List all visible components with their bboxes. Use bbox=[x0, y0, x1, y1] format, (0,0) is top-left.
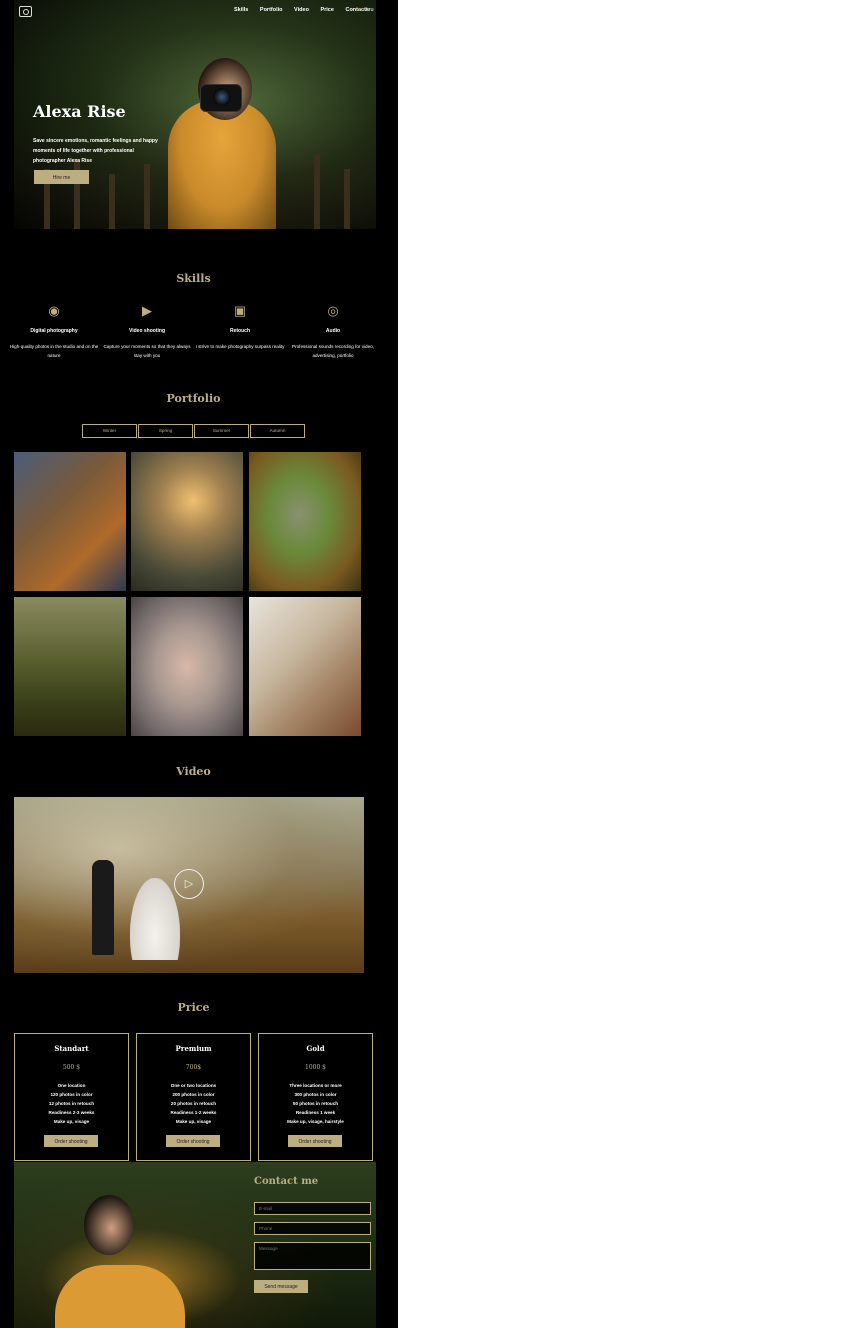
skill-digital-photography: ◉ Digital photography High-quality photo… bbox=[9, 303, 99, 360]
tab-winter[interactable]: Winter bbox=[82, 424, 137, 438]
plan-amount: 500 $ bbox=[62, 1064, 81, 1071]
hero-tree bbox=[314, 154, 320, 229]
skills-title: Skills bbox=[176, 272, 211, 285]
skill-retouch: ▣ Retouch I strive to make photography s… bbox=[195, 303, 285, 351]
plan-feature: Readiness 2-3 weeks bbox=[48, 1110, 95, 1115]
skill-audio: ◎ Audio Professional sounds recording fo… bbox=[288, 303, 378, 360]
portfolio-photo-forest[interactable] bbox=[14, 597, 126, 736]
portfolio-photo-child[interactable] bbox=[249, 452, 361, 591]
video-bride bbox=[130, 878, 180, 960]
plan-feature: Make up, visage bbox=[53, 1119, 90, 1124]
plan-feature: Make up, visage bbox=[175, 1119, 212, 1124]
nav-portfolio[interactable]: Portfolio bbox=[260, 7, 283, 13]
hero-description: Save sincere emotions, romantic feelings… bbox=[33, 138, 158, 164]
order-shooting-button[interactable]: Order shooting bbox=[288, 1135, 342, 1147]
plan-amount: 1000 $ bbox=[305, 1064, 326, 1071]
camera-icon: ◉ bbox=[48, 303, 60, 318]
plan-feature: Make up, visage, hairstyle bbox=[287, 1119, 344, 1124]
video-title: Video bbox=[176, 765, 211, 778]
portfolio-photo-couple[interactable] bbox=[14, 452, 126, 591]
price-card-standart: Standart 500 $ One location 120 photos i… bbox=[14, 1033, 129, 1161]
contact-title: Contact me bbox=[254, 1176, 319, 1187]
hire-me-button[interactable]: Hire me bbox=[34, 170, 89, 184]
play-icon[interactable]: ▷ bbox=[174, 869, 204, 899]
plan-feature: 300 photos in color bbox=[294, 1092, 337, 1097]
skill-text: Capture your moments so that they always… bbox=[103, 344, 191, 358]
nav-video[interactable]: Video bbox=[294, 7, 309, 13]
send-message-button[interactable]: Send message bbox=[254, 1280, 308, 1293]
video-groom bbox=[92, 860, 114, 955]
skill-title: Retouch bbox=[230, 328, 250, 334]
plan-feature: Readiness 1 week bbox=[295, 1110, 336, 1115]
hero-title: Alexa Rise bbox=[33, 102, 126, 121]
phone-field[interactable] bbox=[254, 1222, 371, 1235]
skill-title: Audio bbox=[325, 328, 341, 334]
plan-feature: Readiness 1-2 weeks bbox=[170, 1110, 217, 1115]
tab-summer[interactable]: Summer bbox=[194, 424, 249, 438]
skill-text: High-quality photos in the studio and on… bbox=[9, 344, 99, 358]
plan-feature: 12 photos in retouch bbox=[48, 1101, 95, 1106]
plan-feature: 50 photos in retouch bbox=[292, 1101, 339, 1106]
nav-price[interactable]: Price bbox=[320, 7, 333, 13]
lang-en[interactable]: en bbox=[358, 7, 364, 13]
portfolio-title: Portfolio bbox=[166, 392, 221, 405]
video-icon: ▶ bbox=[142, 303, 152, 318]
plan-feature: Three locations or more bbox=[289, 1083, 342, 1088]
plan-features: One or two locations 200 photos in color… bbox=[137, 1081, 250, 1126]
language-switch: en / ru bbox=[358, 7, 374, 13]
message-field[interactable] bbox=[254, 1242, 371, 1270]
hero-tree bbox=[109, 174, 115, 229]
price-card-gold: Gold 1000 $ Three locations or more 300 … bbox=[258, 1033, 373, 1161]
plan-features: Three locations or more 300 photos in co… bbox=[259, 1081, 372, 1126]
landing-page: Skills Portfolio Video Price Contacts en… bbox=[0, 0, 398, 1328]
order-shooting-button[interactable]: Order shooting bbox=[44, 1135, 98, 1147]
plan-name: Gold bbox=[306, 1044, 325, 1053]
portfolio-tabs: Winter Spring Summer Autumn bbox=[82, 424, 306, 438]
microphone-icon: ◎ bbox=[327, 303, 339, 318]
portfolio-photo-misty-tree[interactable] bbox=[131, 452, 243, 591]
plan-feature: One location bbox=[57, 1083, 86, 1088]
lang-separator: / bbox=[365, 7, 368, 13]
skill-text: I strive to make photography surpass rea… bbox=[195, 344, 285, 349]
skill-video-shooting: ▶ Video shooting Capture your moments so… bbox=[102, 303, 192, 360]
tab-spring[interactable]: Spring bbox=[138, 424, 193, 438]
plan-feature: 200 photos in color bbox=[172, 1092, 215, 1097]
plan-feature: 120 photos in color bbox=[50, 1092, 93, 1097]
hero-camera bbox=[200, 84, 242, 112]
nav-skills[interactable]: Skills bbox=[234, 7, 248, 13]
skill-title: Video shooting bbox=[128, 328, 166, 334]
tab-autumn[interactable]: Autumn bbox=[250, 424, 305, 438]
image-icon: ▣ bbox=[233, 303, 247, 318]
plan-features: One location 120 photos in color 12 phot… bbox=[15, 1081, 128, 1126]
order-shooting-button[interactable]: Order shooting bbox=[166, 1135, 220, 1147]
contact-photographer-head bbox=[84, 1195, 134, 1255]
camera-logo-icon[interactable] bbox=[19, 6, 32, 17]
price-card-premium: Premium 700$ One or two locations 200 ph… bbox=[136, 1033, 251, 1161]
email-field[interactable] bbox=[254, 1202, 371, 1215]
price-title: Price bbox=[177, 1001, 210, 1014]
contact-photographer bbox=[55, 1265, 185, 1328]
portfolio-photo-phone[interactable] bbox=[249, 597, 361, 736]
plan-feature: 20 photos in retouch bbox=[170, 1101, 217, 1106]
plan-amount: 700$ bbox=[185, 1064, 202, 1071]
skill-text: Professional sounds recording for video,… bbox=[292, 344, 374, 358]
hero-tree bbox=[144, 164, 150, 229]
portfolio-photo-family[interactable] bbox=[131, 597, 243, 736]
skill-title: Digital photography bbox=[30, 328, 78, 334]
hero-tree bbox=[344, 169, 350, 229]
plan-name: Premium bbox=[175, 1044, 212, 1053]
lang-ru[interactable]: ru bbox=[369, 7, 374, 13]
plan-feature: One or two locations bbox=[170, 1083, 217, 1088]
plan-name: Standart bbox=[54, 1044, 89, 1053]
